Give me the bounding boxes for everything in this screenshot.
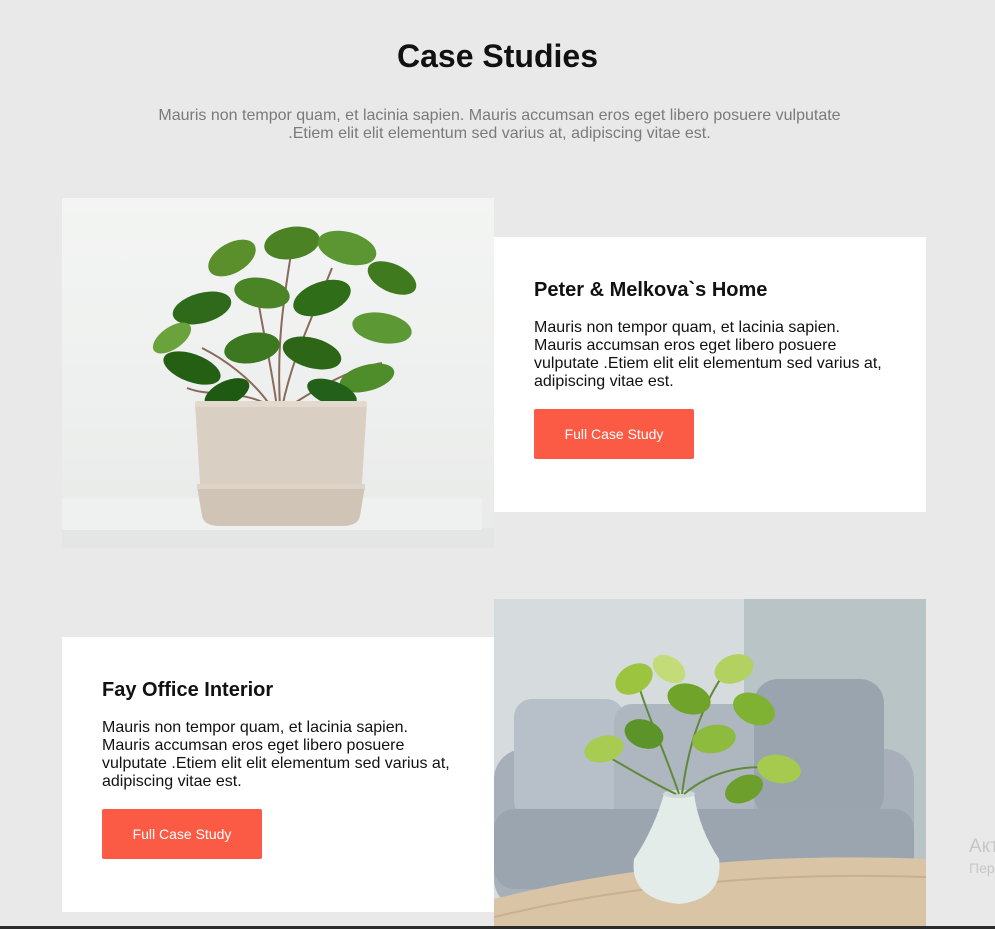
case-image-pothos-vase bbox=[494, 599, 926, 929]
case-title: Peter & Melkova`s Home bbox=[534, 279, 768, 301]
case-image-potted-plant bbox=[62, 198, 494, 548]
activation-watermark: Акт Пер bbox=[969, 836, 995, 878]
case-card-peter-melkova: Peter & Melkova`s Home Mauris non tempor… bbox=[494, 237, 926, 512]
potted-plant-illustration bbox=[62, 226, 494, 548]
case-title: Fay Office Interior bbox=[102, 679, 274, 701]
watermark-line-2: Пер bbox=[969, 860, 995, 876]
case-studies-page: Case Studies Mauris non tempor quam, et … bbox=[0, 0, 995, 929]
case-card-fay-office: Fay Office Interior Mauris non tempor qu… bbox=[62, 637, 494, 912]
watermark-line-1: Акт bbox=[969, 836, 995, 857]
page-subtitle: Mauris non tempor quam, et lacinia sapie… bbox=[158, 107, 841, 142]
pothos-vase-illustration bbox=[494, 599, 926, 929]
case-description: Mauris non tempor quam, et lacinia sapie… bbox=[102, 719, 450, 790]
full-case-study-button[interactable]: Full Case Study bbox=[102, 809, 262, 859]
full-case-study-button[interactable]: Full Case Study bbox=[534, 409, 694, 459]
case-description: Mauris non tempor quam, et lacinia sapie… bbox=[534, 319, 882, 390]
page-title: Case Studies bbox=[397, 38, 598, 74]
